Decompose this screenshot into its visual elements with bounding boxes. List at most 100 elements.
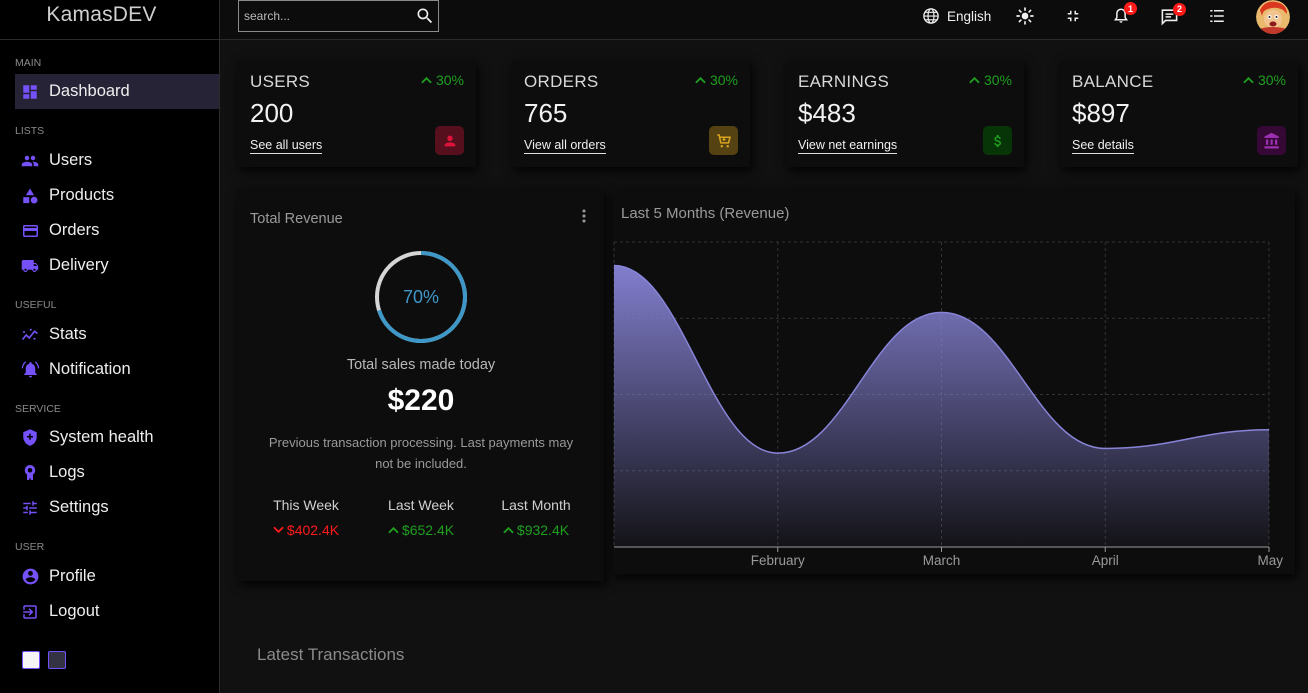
logout-icon — [20, 602, 40, 622]
app-logo[interactable]: KamasDEV — [46, 3, 156, 27]
fullscreen-exit-icon — [1064, 7, 1082, 25]
sidebar-item-label: Delivery — [49, 256, 109, 274]
x-tick-label: February — [751, 553, 805, 568]
language-selector[interactable]: English — [922, 5, 991, 27]
area-fill — [614, 265, 1269, 547]
widget-value: 765 — [524, 98, 568, 128]
section-user: USER — [15, 541, 45, 553]
sidebar-item-notification[interactable]: Notification — [15, 352, 219, 387]
summary-label: Last Month — [501, 497, 571, 513]
messages-badge: 2 — [1173, 2, 1186, 16]
sidebar-item-profile[interactable]: Profile — [15, 559, 219, 594]
section-lists: LISTS — [15, 125, 45, 137]
widget-link[interactable]: View net earnings — [798, 138, 898, 154]
sidebar-item-logs[interactable]: Logs — [15, 455, 219, 490]
section-service: SERVICE — [15, 403, 61, 415]
widget-value: $483 — [798, 98, 856, 128]
sidebar-item-label: System health — [49, 428, 154, 446]
widget-percentage-value: 30% — [983, 72, 1012, 88]
dashboard-icon — [20, 82, 40, 102]
sidebar-item-label: Settings — [49, 498, 109, 516]
notifications-button[interactable]: 1 — [1112, 2, 1137, 27]
section-useful: USEFUL — [15, 299, 57, 311]
avatar-image — [1256, 0, 1290, 34]
widget-earnings: EARNINGS 30% $483 View net earnings — [786, 60, 1024, 167]
logo-area: KamasDEV — [0, 0, 219, 40]
app: KamasDEV MAIN Dashboard LISTS Users Prod… — [0, 0, 1308, 693]
dark-theme-swatch[interactable] — [48, 651, 66, 669]
summary-amount: $402.4K — [246, 522, 366, 538]
summary-this-week: This Week $402.4K — [246, 497, 366, 538]
summary-label: This Week — [273, 497, 339, 513]
sidebar-item-label: Logs — [49, 463, 85, 481]
shield-icon — [20, 428, 40, 448]
truck-icon — [20, 256, 40, 276]
profile-icon — [20, 567, 40, 587]
chevron-up-icon — [388, 526, 399, 534]
sidebar-item-delivery[interactable]: Delivery — [15, 248, 219, 283]
widget-title: USERS — [250, 72, 311, 91]
dollar-icon — [983, 126, 1012, 155]
cart-icon — [709, 126, 738, 155]
light-theme-swatch[interactable] — [22, 651, 40, 669]
sidebar-item-label: Logout — [49, 602, 100, 620]
language-label: English — [947, 8, 992, 24]
sidebar-item-stats[interactable]: Stats — [15, 317, 219, 352]
widget-balance: BALANCE 30% $897 See details — [1060, 60, 1298, 167]
widget-link[interactable]: View all orders — [524, 138, 606, 154]
bell-icon: 1 — [1112, 2, 1137, 26]
sidebar-item-label: Orders — [49, 221, 100, 239]
sidebar-item-label: Profile — [49, 567, 96, 585]
search-icon[interactable] — [415, 6, 435, 31]
featured-revenue: Total Revenue 70% Total sales made today… — [238, 188, 604, 581]
stats-icon — [20, 325, 40, 345]
topbar: English 1 2 — [220, 0, 1308, 40]
sidebar-item-label: Users — [49, 151, 93, 169]
widget-link[interactable]: See all users — [250, 138, 323, 154]
chevron-up-icon — [503, 526, 514, 534]
sidebar-item-label: Dashboard — [49, 82, 130, 100]
sidebar-item-dashboard[interactable]: Dashboard — [15, 74, 219, 109]
sidebar-item-users[interactable]: Users — [15, 143, 219, 178]
featured-amount: $220 — [387, 384, 455, 417]
summary-last-week: Last Week $652.4K — [361, 497, 481, 538]
widget-title: EARNINGS — [798, 72, 890, 91]
sun-icon — [1015, 6, 1035, 26]
theme-toggle[interactable] — [1015, 5, 1035, 27]
fullscreen-exit-button[interactable] — [1064, 5, 1082, 27]
products-icon — [20, 186, 40, 206]
sidebar-item-products[interactable]: Products — [15, 178, 219, 213]
chevron-up-icon — [695, 76, 706, 84]
widget-title: BALANCE — [1072, 72, 1154, 91]
globe-icon — [922, 7, 940, 25]
chevron-up-icon — [1243, 76, 1254, 84]
chart-plot: February March April May — [613, 241, 1283, 568]
users-icon — [20, 151, 40, 171]
sidebar-item-orders[interactable]: Orders — [15, 213, 219, 248]
widget-percentage-value: 30% — [1257, 72, 1286, 88]
list-menu-button[interactable] — [1208, 5, 1226, 27]
widget-orders: ORDERS 30% 765 View all orders — [512, 60, 750, 167]
search-box — [238, 0, 439, 32]
featured-description: Previous transaction processing. Last pa… — [268, 435, 574, 471]
widget-percentage: 30% — [421, 72, 464, 88]
widget-value: 200 — [250, 98, 294, 128]
summary-amount: $932.4K — [476, 522, 596, 538]
featured-title: Total Revenue — [250, 211, 343, 227]
search-input[interactable] — [244, 9, 409, 23]
widget-link[interactable]: See details — [1072, 138, 1134, 154]
sidebar-item-label: Notification — [49, 360, 131, 378]
avatar[interactable] — [1256, 0, 1290, 34]
messages-button[interactable]: 2 — [1160, 2, 1186, 27]
summary-amount-value: $402.4K — [286, 522, 340, 538]
progress-ring: 70% — [373, 249, 469, 345]
sidebar-item-settings[interactable]: Settings — [15, 490, 219, 525]
widget-percentage-value: 30% — [709, 72, 738, 88]
sidebar-item-system-health[interactable]: System health — [15, 420, 219, 455]
sidebar-item-logout[interactable]: Logout — [15, 594, 219, 629]
summary-amount-value: $652.4K — [401, 522, 455, 538]
x-tick-label: April — [1092, 553, 1119, 568]
more-vert-icon[interactable] — [578, 208, 590, 224]
widget-percentage: 30% — [695, 72, 738, 88]
summary-last-month: Last Month $932.4K — [476, 497, 596, 538]
